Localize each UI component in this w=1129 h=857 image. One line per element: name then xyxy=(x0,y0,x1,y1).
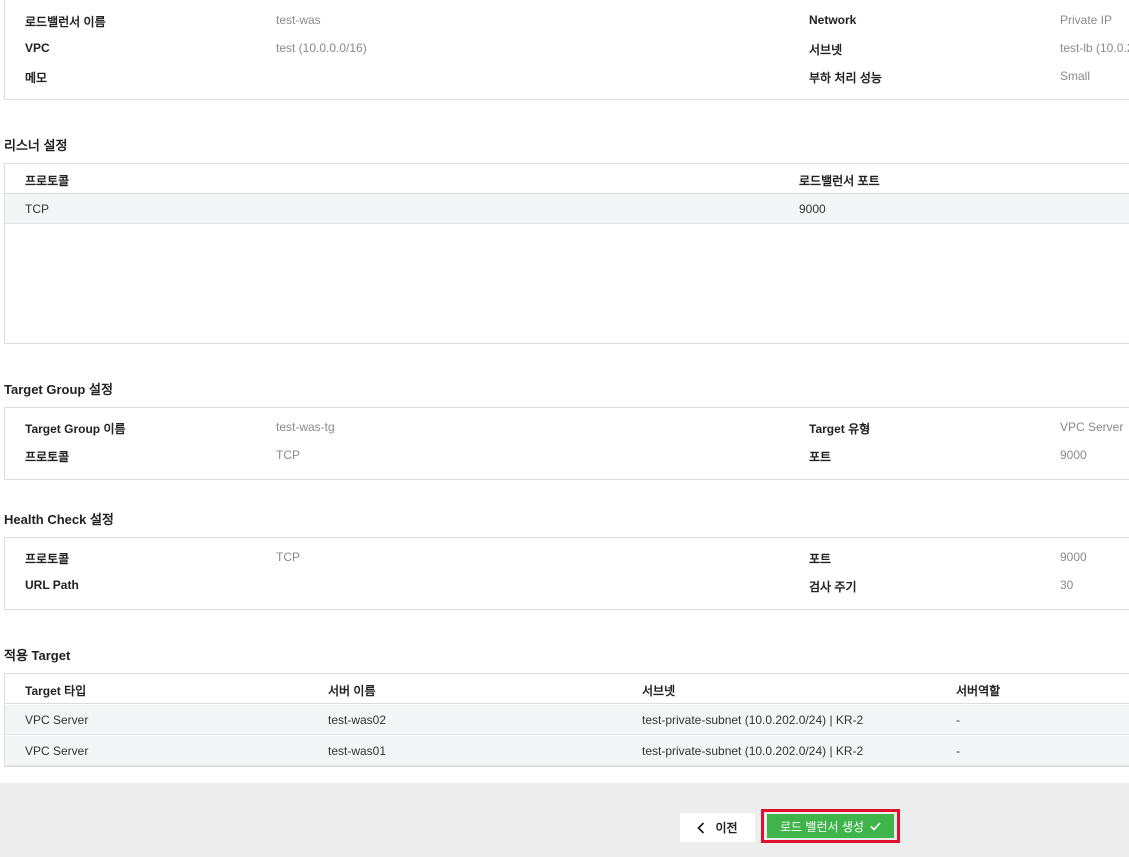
network-label: Network xyxy=(809,13,857,27)
tg-type-value: VPC Server xyxy=(1060,420,1124,434)
listener-cell-port: 9000 xyxy=(799,202,826,216)
at-cell-role: - xyxy=(956,713,960,727)
at-cell-subnet: test-private-subnet (10.0.202.0/24) | KR… xyxy=(642,713,864,727)
hc-protocol-value: TCP xyxy=(276,550,300,564)
listener-table-header: 프로토콜 로드밸런서 포트 xyxy=(5,164,1129,194)
applied-target-table: Target 타입 서버 이름 서브넷 서버역할 VPC Server test… xyxy=(4,673,1129,767)
applied-target-table-header: Target 타입 서버 이름 서브넷 서버역할 xyxy=(5,674,1129,704)
check-icon xyxy=(870,821,881,831)
tg-protocol-value: TCP xyxy=(276,448,300,462)
tg-protocol-label: 프로토콜 xyxy=(25,450,70,464)
hc-interval-label: 검사 주기 xyxy=(809,580,857,594)
hc-url-label: URL Path xyxy=(25,578,79,592)
at-cell-server-name: test-was02 xyxy=(328,713,387,727)
chevron-left-icon xyxy=(697,821,705,834)
at-cell-type: VPC Server xyxy=(25,713,89,727)
at-header-type: Target 타입 xyxy=(25,684,87,698)
lb-info-panel: 로드밸런서 이름 test-was Network Private IP VPC… xyxy=(4,0,1129,100)
table-row: VPC Server test-was01 test-private-subne… xyxy=(5,736,1129,766)
at-cell-role: - xyxy=(956,744,960,758)
perf-value: Small xyxy=(1060,69,1091,83)
network-value: Private IP xyxy=(1060,13,1113,27)
lb-name-label: 로드밸런서 이름 xyxy=(25,15,106,29)
prev-button-label: 이전 xyxy=(715,821,738,835)
applied-target-section-title: 적용 Target xyxy=(4,648,71,663)
at-header-role: 서버역할 xyxy=(956,684,1001,698)
create-load-balancer-button[interactable]: 로드 밸런서 생성 xyxy=(767,814,894,838)
lb-name-value: test-was xyxy=(276,13,321,27)
hc-port-label: 포트 xyxy=(809,552,832,566)
target-group-section-title: Target Group 설정 xyxy=(4,382,113,397)
hc-port-value: 9000 xyxy=(1060,550,1087,564)
at-cell-subnet: test-private-subnet (10.0.202.0/24) | KR… xyxy=(642,744,864,758)
vpc-label: VPC xyxy=(25,41,50,55)
memo-label: 메모 xyxy=(25,71,48,85)
perf-label: 부하 처리 성능 xyxy=(809,71,882,85)
table-row: TCP 9000 xyxy=(5,194,1129,224)
prev-button[interactable]: 이전 xyxy=(680,813,755,842)
hc-interval-value: 30 xyxy=(1060,578,1074,592)
listener-header-port: 로드밸런서 포트 xyxy=(799,174,880,188)
subnet-label: 서브넷 xyxy=(809,43,843,57)
tg-name-value: test-was-tg xyxy=(276,420,335,434)
listener-section-title: 리스너 설정 xyxy=(4,138,68,153)
target-group-panel: Target Group 이름 test-was-tg Target 유형 VP… xyxy=(4,407,1129,480)
at-header-server-name: 서버 이름 xyxy=(328,684,376,698)
hc-protocol-label: 프로토콜 xyxy=(25,552,70,566)
at-cell-server-name: test-was01 xyxy=(328,744,387,758)
at-header-subnet: 서브넷 xyxy=(642,684,676,698)
listener-table: 프로토콜 로드밸런서 포트 TCP 9000 xyxy=(4,163,1129,344)
listener-cell-protocol: TCP xyxy=(25,202,49,216)
health-check-panel: 프로토콜 TCP 포트 9000 URL Path 검사 주기 30 xyxy=(4,537,1129,610)
tg-port-value: 9000 xyxy=(1060,448,1087,462)
subnet-value: test-lb (10.0.2 xyxy=(1060,41,1129,55)
at-cell-type: VPC Server xyxy=(25,744,89,758)
health-check-section-title: Health Check 설정 xyxy=(4,512,114,527)
listener-header-protocol: 프로토콜 xyxy=(25,174,70,188)
tg-name-label: Target Group 이름 xyxy=(25,422,126,436)
tg-port-label: 포트 xyxy=(809,450,832,464)
tg-type-label: Target 유형 xyxy=(809,422,871,436)
footer-bar xyxy=(0,783,1129,857)
table-row: VPC Server test-was02 test-private-subne… xyxy=(5,705,1129,735)
vpc-value: test (10.0.0.0/16) xyxy=(276,41,367,55)
create-button-label: 로드 밸런서 생성 xyxy=(780,819,864,834)
